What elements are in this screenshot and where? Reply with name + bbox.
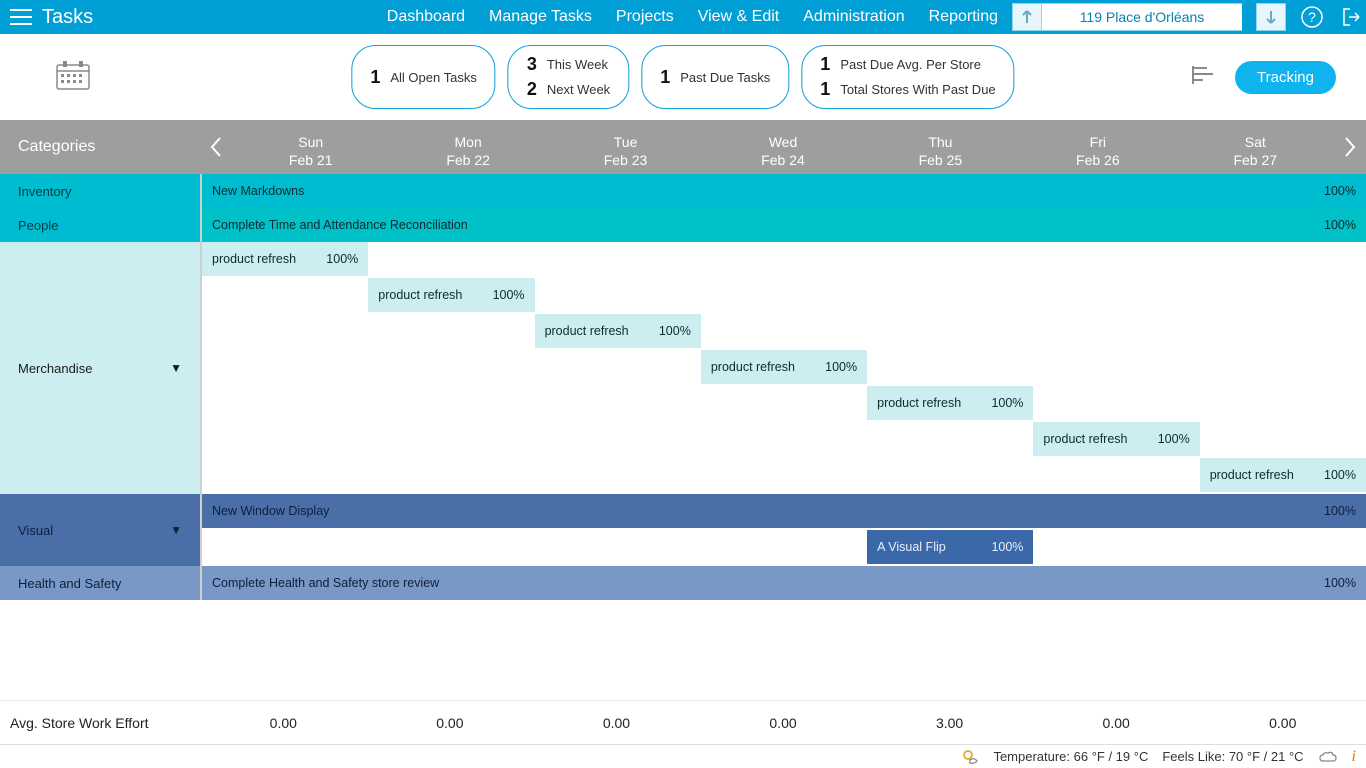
temperature-label: Temperature: 66 °F / 19 °C [993, 749, 1148, 764]
effort-row: Avg. Store Work Effort 0.00 0.00 0.00 0.… [0, 700, 1366, 744]
help-icon[interactable]: ? [1298, 3, 1326, 31]
pill-num: 3 [527, 54, 537, 75]
summary-pills: 1All Open Tasks 3This Week 2Next Week 1P… [351, 45, 1014, 109]
pill-all-open[interactable]: 1 All Open Tasks [351, 45, 495, 109]
day-header: SatFeb 27 [1177, 125, 1334, 169]
gantt-rows: Inventory People Merchandise▼ Visual▼ He… [0, 174, 1366, 600]
lane-merchandise: product refresh100% product refresh100% … [202, 242, 1366, 494]
pill-label: Next Week [547, 82, 610, 97]
task-bar[interactable]: Complete Time and Attendance Reconciliat… [202, 208, 1366, 242]
task-bar[interactable]: New Window Display100% [202, 494, 1366, 528]
task-bar[interactable]: Complete Health and Safety store review1… [202, 566, 1366, 600]
category-column: Inventory People Merchandise▼ Visual▼ He… [0, 174, 200, 600]
task-bar[interactable]: product refresh100% [867, 386, 1033, 420]
chevron-down-icon[interactable]: ▼ [170, 361, 182, 375]
category-inventory[interactable]: Inventory [0, 174, 200, 208]
next-location-button[interactable] [1256, 3, 1286, 31]
cloud-icon [1318, 749, 1338, 765]
pill-label: This Week [547, 57, 608, 72]
task-bar[interactable]: product refresh100% [701, 350, 867, 384]
pill-label: Total Stores With Past Due [840, 82, 995, 97]
effort-value: 0.00 [533, 715, 700, 731]
pill-num: 1 [370, 67, 380, 88]
pill-label: Past Due Avg. Per Store [840, 57, 981, 72]
effort-value: 0.00 [200, 715, 367, 731]
nav-reporting[interactable]: Reporting [929, 8, 998, 26]
task-bar[interactable]: product refresh100% [1200, 458, 1366, 492]
day-headers: SunFeb 21 MonFeb 22 TueFeb 23 WedFeb 24 … [232, 125, 1334, 169]
feels-like-label: Feels Like: 70 °F / 21 °C [1162, 749, 1303, 764]
weather-icon [961, 748, 979, 766]
nav-manage-tasks[interactable]: Manage Tasks [489, 8, 592, 26]
pill-past-due[interactable]: 1 Past Due Tasks [641, 45, 789, 109]
pill-num: 1 [820, 54, 830, 75]
category-visual[interactable]: Visual▼ [0, 494, 200, 566]
pill-num: 2 [527, 79, 537, 100]
day-header: WedFeb 24 [704, 125, 861, 169]
day-header: SunFeb 21 [232, 125, 389, 169]
lane-people: Complete Time and Attendance Reconciliat… [202, 208, 1366, 242]
effort-value: 0.00 [700, 715, 867, 731]
categories-header: Categories [0, 138, 200, 156]
info-icon[interactable]: i [1352, 748, 1356, 766]
svg-text:?: ? [1308, 9, 1316, 25]
day-header: FriFeb 26 [1019, 125, 1176, 169]
category-merchandise[interactable]: Merchandise▼ [0, 242, 200, 494]
nav-administration[interactable]: Administration [803, 8, 904, 26]
category-people[interactable]: People [0, 208, 200, 242]
prev-week-button[interactable] [200, 120, 232, 174]
effort-value: 0.00 [1199, 715, 1366, 731]
pill-this-next-week[interactable]: 3 This Week 2 Next Week [508, 45, 629, 109]
column-header-row: Categories SunFeb 21 MonFeb 22 TueFeb 23… [0, 120, 1366, 174]
lane-health: Complete Health and Safety store review1… [202, 566, 1366, 600]
effort-value: 0.00 [367, 715, 534, 731]
effort-value: 0.00 [1033, 715, 1200, 731]
task-bar[interactable]: product refresh100% [202, 242, 368, 276]
tracking-button[interactable]: Tracking [1235, 61, 1336, 94]
lane-inventory: New Markdowns100% [202, 174, 1366, 208]
pill-past-due-stores[interactable]: 1 Past Due Avg. Per Store 1 Total Stores W… [801, 45, 1014, 109]
top-nav-bar: Tasks Dashboard Manage Tasks Projects Vi… [0, 0, 1366, 34]
category-health-safety[interactable]: Health and Safety [0, 566, 200, 600]
task-bar[interactable]: New Markdowns100% [202, 174, 1366, 208]
app-title: Tasks [42, 6, 93, 29]
chevron-down-icon[interactable]: ▼ [170, 523, 182, 537]
task-bar[interactable]: product refresh100% [535, 314, 701, 348]
task-bar[interactable]: A Visual Flip100% [867, 530, 1033, 564]
pill-label: Past Due Tasks [680, 70, 770, 85]
pill-label: All Open Tasks [390, 70, 476, 85]
summary-row: 1All Open Tasks 3This Week 2Next Week 1P… [0, 34, 1366, 120]
effort-label: Avg. Store Work Effort [0, 715, 200, 731]
calendar-icon[interactable] [56, 60, 90, 95]
main-nav: Dashboard Manage Tasks Projects View & E… [387, 0, 998, 34]
location-label: 119 Place d'Orléans [1080, 9, 1205, 25]
day-header: ThuFeb 25 [862, 125, 1019, 169]
gantt-lanes: New Markdowns100% Complete Time and Atte… [200, 174, 1366, 600]
nav-view-edit[interactable]: View & Edit [698, 8, 780, 26]
location-selector[interactable]: 119 Place d'Orléans [1042, 3, 1242, 31]
nav-projects[interactable]: Projects [616, 8, 674, 26]
menu-icon[interactable] [10, 8, 32, 26]
prev-location-button[interactable] [1012, 3, 1042, 31]
status-bar: Temperature: 66 °F / 19 °C Feels Like: 7… [0, 744, 1366, 768]
next-week-button[interactable] [1334, 120, 1366, 174]
day-header: MonFeb 22 [389, 125, 546, 169]
pill-num: 1 [660, 67, 670, 88]
pill-num: 1 [820, 79, 830, 100]
task-bar[interactable]: product refresh100% [368, 278, 534, 312]
nav-dashboard[interactable]: Dashboard [387, 8, 465, 26]
day-header: TueFeb 23 [547, 125, 704, 169]
gantt-view-icon[interactable] [1191, 64, 1217, 91]
task-bar[interactable]: product refresh100% [1033, 422, 1199, 456]
logout-icon[interactable] [1338, 3, 1366, 31]
effort-value: 3.00 [866, 715, 1033, 731]
lane-visual: New Window Display100% A Visual Flip100% [202, 494, 1366, 566]
